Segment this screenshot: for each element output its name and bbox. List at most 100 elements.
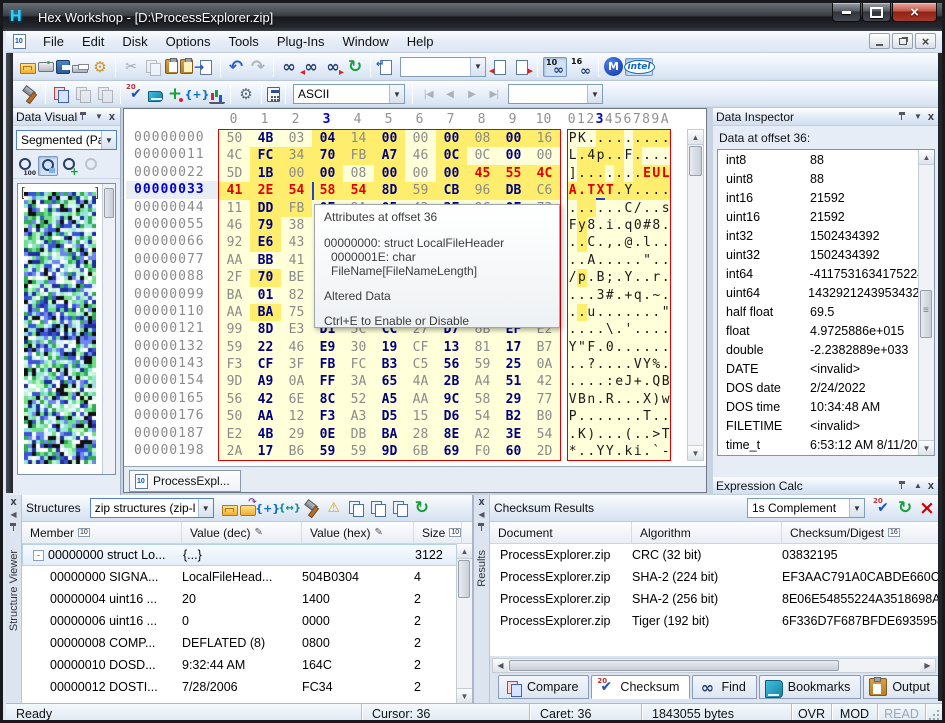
paste-icon[interactable] — [165, 59, 178, 74]
hex-byte[interactable]: BA — [250, 304, 281, 321]
ascii-char[interactable]: : — [605, 373, 614, 390]
hex-byte[interactable]: FB — [343, 147, 374, 164]
hex-byte[interactable]: 52 — [343, 391, 374, 408]
hex-byte[interactable]: AA — [219, 304, 250, 321]
goto-combobox[interactable]: ▼ — [400, 57, 486, 77]
hex-byte[interactable]: 08 — [467, 130, 498, 147]
ascii-char[interactable]: U — [652, 165, 661, 182]
ascii-char[interactable]: . — [652, 321, 661, 338]
maximize-button[interactable] — [862, 3, 891, 22]
ascii-char[interactable]: . — [633, 147, 642, 164]
hex-byte[interactable]: 08 — [343, 165, 374, 182]
menu-options[interactable]: Options — [157, 32, 220, 51]
ascii-char[interactable]: . — [642, 304, 651, 321]
ascii-char[interactable]: . — [587, 408, 596, 425]
open-structure-icon[interactable] — [222, 505, 238, 516]
zoom-100-icon[interactable] — [16, 156, 36, 176]
hex-byte[interactable]: 00 — [436, 165, 467, 182]
ascii-char[interactable]: . — [652, 147, 661, 164]
inspector-row[interactable]: int64-4117531634175224... — [718, 264, 934, 283]
ascii-char[interactable]: . — [642, 287, 651, 304]
encoding-combobox[interactable]: ASCII ▼ — [293, 84, 405, 104]
ascii-char[interactable]: T — [642, 408, 651, 425]
hex-byte[interactable]: DB — [343, 426, 374, 443]
hex-byte[interactable]: 54 — [529, 426, 560, 443]
hex-byte[interactable]: 45 — [467, 165, 498, 182]
redo-icon[interactable] — [248, 57, 268, 77]
inspector-row[interactable]: uint1621592 — [718, 207, 934, 226]
structure-library-combobox[interactable]: zip structures (zip-l ▼ — [90, 498, 214, 518]
refresh-icon[interactable] — [412, 498, 432, 518]
hex-byte[interactable]: C6 — [529, 182, 560, 199]
hex-byte[interactable]: AA — [405, 391, 436, 408]
menu-help[interactable]: Help — [398, 32, 443, 51]
hex-byte[interactable]: 4B — [250, 130, 281, 147]
ascii-char[interactable]: @ — [624, 234, 633, 251]
undo-icon[interactable] — [226, 57, 246, 77]
hex-byte[interactable]: 01 — [250, 287, 281, 304]
ascii-char[interactable]: ( — [624, 426, 633, 443]
ascii-char[interactable]: . — [568, 321, 577, 338]
hex-scrollbar[interactable]: ▲ ▼ — [687, 129, 704, 461]
hex-byte[interactable]: 8D — [250, 321, 281, 338]
hex-byte[interactable]: 3F — [281, 356, 312, 373]
ascii-char[interactable]: . — [661, 252, 670, 269]
tab-bookmarks[interactable]: Bookmarks — [759, 675, 862, 699]
intel-icon[interactable] — [625, 58, 653, 76]
ascii-char[interactable]: . — [577, 287, 586, 304]
ascii-char[interactable]: . — [605, 356, 614, 373]
hex-byte[interactable]: 00 — [498, 147, 529, 164]
collapse-icon[interactable]: - — [33, 550, 44, 561]
scroll-up-icon[interactable]: ▲ — [919, 150, 934, 165]
menu-edit[interactable]: Edit — [73, 32, 113, 51]
inspector-row[interactable]: int888 — [718, 150, 934, 169]
ascii-char[interactable]: . — [605, 147, 614, 164]
ascii-char[interactable]: . — [624, 130, 633, 147]
ascii-char[interactable]: r — [652, 269, 661, 286]
ascii-char[interactable]: ] — [568, 165, 577, 182]
view-structure-icon[interactable] — [280, 498, 300, 518]
ascii-char[interactable]: ~ — [652, 287, 661, 304]
nav-next-icon[interactable] — [462, 84, 482, 104]
ascii-char[interactable]: ) — [587, 426, 596, 443]
pin-icon[interactable] — [897, 111, 908, 122]
ascii-char[interactable]: . — [633, 426, 642, 443]
hex-byte[interactable]: 54 — [281, 182, 312, 199]
hex-byte[interactable]: 29 — [281, 426, 312, 443]
hex-byte[interactable]: 55 — [498, 165, 529, 182]
calculator-icon[interactable] — [267, 87, 280, 102]
tab-compare[interactable]: Compare — [498, 675, 589, 699]
column-header-value-hex-[interactable]: Value (hex)✎ — [302, 522, 414, 543]
hex-byte[interactable]: A5 — [374, 391, 405, 408]
ascii-char[interactable]: Y — [624, 269, 633, 286]
table-row[interactable]: ProcessExplorer.zipCRC (32 bit)03832195 — [490, 544, 942, 566]
ascii-char[interactable]: X — [596, 182, 605, 199]
ascii-char[interactable]: X — [642, 391, 651, 408]
ascii-char[interactable]: . — [605, 130, 614, 147]
hex-byte[interactable]: BE — [281, 269, 312, 286]
hex-byte[interactable]: 38 — [281, 217, 312, 234]
pin-icon[interactable] — [476, 522, 487, 533]
cut-icon[interactable] — [121, 57, 141, 77]
ascii-char[interactable]: 4 — [587, 147, 596, 164]
ascii-char[interactable]: . — [605, 304, 614, 321]
hex-byte[interactable]: 34 — [281, 147, 312, 164]
menu-window[interactable]: Window — [334, 32, 398, 51]
ascii-char[interactable]: Y — [605, 443, 614, 460]
hex-byte[interactable]: A3 — [343, 408, 374, 425]
ascii-char[interactable]: . — [661, 287, 670, 304]
ascii-char[interactable]: . — [652, 182, 661, 199]
pin-icon[interactable] — [897, 480, 908, 491]
hex-byte[interactable]: 58 — [467, 391, 498, 408]
ascii-char[interactable]: w — [661, 391, 670, 408]
ascii-char[interactable]: / — [568, 269, 577, 286]
ascii-char[interactable]: . — [661, 339, 670, 356]
find-next-icon[interactable] — [323, 57, 343, 77]
ascii-char[interactable]: . — [596, 252, 605, 269]
mdi-minimize-button[interactable] — [869, 33, 890, 49]
table-row[interactable]: ProcessExplorer.zipSHA-2 (256 bit)8E06E5… — [490, 588, 942, 610]
ascii-char[interactable]: . — [614, 182, 623, 199]
inspector-row[interactable]: int321502434392 — [718, 226, 934, 245]
ascii-char[interactable]: . — [633, 130, 642, 147]
document-tab[interactable]: ProcessExpl... — [129, 470, 241, 492]
